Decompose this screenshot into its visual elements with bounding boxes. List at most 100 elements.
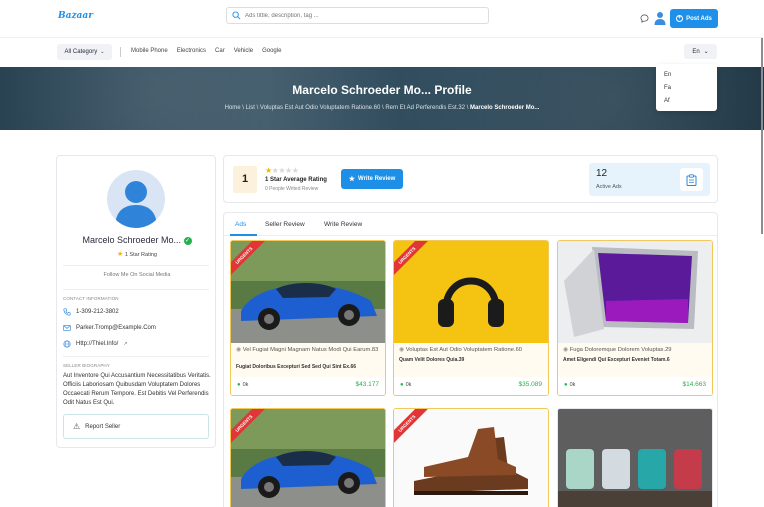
- star-empty-icon: ★: [285, 166, 292, 175]
- star-empty-icon: ★: [278, 166, 286, 175]
- language-option-af[interactable]: Af: [656, 96, 717, 109]
- ad-price: $14.663: [682, 381, 707, 388]
- seller-rating: ★ 1 Star Rating: [57, 250, 217, 258]
- tab-seller-review[interactable]: Seller Review: [265, 221, 305, 228]
- user-avatar-icon[interactable]: [654, 11, 666, 25]
- ad-card[interactable]: URGENTS ◉ Vel Fugiat Magni Magnam Natus …: [230, 240, 386, 396]
- hero-banner: Marcelo Schroeder Mo... Profile Home \ L…: [0, 67, 764, 130]
- contact-phone[interactable]: 1-309-212-3802: [63, 308, 119, 316]
- divider: [63, 289, 209, 290]
- language-label: En: [692, 48, 700, 55]
- seller-name: Marcelo Schroeder Mo... ✓: [57, 235, 217, 245]
- location-pin-icon: ●: [237, 382, 241, 388]
- ad-image-mugs[interactable]: [558, 409, 712, 507]
- ad-card[interactable]: URGENTS ◉ Voluptas Est Aut Odio Voluptat…: [393, 240, 549, 396]
- ad-image-laptop[interactable]: [558, 241, 712, 343]
- rating-value: 1: [233, 166, 257, 193]
- contact-info-title: CONTACT INFORMATION: [63, 296, 119, 301]
- category-nav: All Category ⌄ Mobile Phone Electronics …: [0, 39, 764, 65]
- ad-subtitle: Quam Velit Dolores Quia.39: [399, 357, 465, 363]
- ad-footer: ● 0k $14.663: [558, 377, 712, 395]
- page-scrollbar[interactable]: [761, 38, 763, 234]
- follow-social-label: Follow Me On Social Media: [103, 272, 171, 278]
- chevron-down-icon: ⌄: [703, 49, 709, 55]
- contact-email[interactable]: Parker.Tromp@Example.Com: [63, 324, 156, 332]
- star-icon: ★: [348, 176, 356, 183]
- email-address: Parker.Tromp@Example.Com: [76, 325, 156, 331]
- language-option-en[interactable]: En: [656, 70, 717, 83]
- ad-title[interactable]: ◉ Fuga Doloremque Dolorem Voluptas.29: [563, 346, 709, 354]
- post-ads-button[interactable]: + Post Ads: [670, 9, 718, 28]
- verified-shield-icon: ◉: [399, 347, 405, 353]
- ad-card[interactable]: [557, 408, 713, 507]
- ad-title-text: Fuga Doloremque Dolorem Voluptas.29: [569, 347, 672, 353]
- location-pin-icon: ●: [564, 382, 568, 388]
- chevron-down-icon: ⌄: [100, 49, 105, 55]
- ad-location-text: 0k: [242, 382, 249, 388]
- ad-title-text: Voluptas Est Aut Odio Voluptatem Ratione…: [405, 347, 523, 353]
- ad-subtitle: Fugiat Doloribus Excepturi Sed Sed Qui S…: [236, 364, 357, 370]
- divider: [63, 356, 209, 357]
- ad-card[interactable]: URGENTS: [393, 408, 549, 507]
- external-link-icon: ↗: [123, 341, 128, 347]
- seller-name-text: Marcelo Schroeder Mo...: [82, 235, 182, 245]
- logo[interactable]: Bazaar: [58, 11, 93, 21]
- ad-image-car[interactable]: [231, 241, 385, 343]
- language-option-fa[interactable]: Fa: [656, 83, 717, 96]
- active-ads-label: Active Ads: [596, 184, 622, 190]
- nav-links: Mobile Phone Electronics Car Vehicle Goo…: [131, 48, 281, 54]
- warning-icon: ⚠: [73, 422, 81, 431]
- language-dropdown[interactable]: En ⌄: [684, 44, 717, 59]
- ad-image-car[interactable]: [231, 409, 385, 507]
- star-filled-icon: ★: [265, 166, 272, 175]
- rating-stats-bar: 1 ★★★★★ 1 Star Average Rating 0 People W…: [223, 155, 718, 203]
- seller-profile-card: Marcelo Schroeder Mo... ✓ ★ 1 Star Ratin…: [56, 155, 216, 448]
- ad-footer: ● 0k $35.089: [394, 377, 548, 395]
- breadcrumb-path[interactable]: Home \ List \ Voluptas Est Aut Odio Volu…: [225, 105, 469, 111]
- nav-link-car[interactable]: Car: [215, 48, 225, 54]
- nav-link-electronics[interactable]: Electronics: [177, 48, 206, 54]
- globe-icon: [63, 340, 71, 348]
- verified-shield-icon: ◉: [563, 347, 569, 353]
- written-reviews-label: 0 People Writed Review: [265, 186, 319, 192]
- ad-location-text: 0k: [405, 382, 412, 388]
- ad-subtitle: Amet Eligendi Qui Excepturi Eveniet Tota…: [563, 357, 670, 363]
- search-icon: [232, 11, 241, 20]
- average-rating-label: 1 Star Average Rating: [265, 177, 327, 183]
- report-seller-button[interactable]: ⚠ Report Seller: [63, 414, 209, 439]
- search-input[interactable]: [245, 9, 485, 22]
- tab-write-review[interactable]: Write Review: [324, 221, 362, 228]
- active-tab-indicator: [230, 234, 257, 236]
- ad-image-shoes[interactable]: [394, 409, 548, 507]
- tab-ads[interactable]: Ads: [235, 221, 246, 228]
- post-ads-label: Post Ads: [686, 15, 712, 22]
- location-pin-icon: ●: [400, 382, 404, 388]
- write-review-button[interactable]: ★ Write Review: [341, 169, 403, 189]
- nav-link-vehicle[interactable]: Vehicle: [234, 48, 253, 54]
- divider: [63, 265, 209, 266]
- website-link[interactable]: Http://Thiel.Info/: [76, 341, 118, 347]
- contact-website[interactable]: Http://Thiel.Info/ ↗: [63, 340, 128, 348]
- ad-location: ● 0k: [400, 382, 411, 388]
- all-category-dropdown[interactable]: All Category ⌄: [57, 44, 112, 60]
- ad-card[interactable]: URGENTS: [230, 408, 386, 507]
- clipboard-icon-box: [680, 168, 703, 191]
- verified-check-icon: ✓: [183, 236, 192, 245]
- ad-image-headphones[interactable]: [394, 241, 548, 343]
- active-ads-box: 12 Active Ads: [589, 163, 710, 196]
- ad-location: ● 0k: [237, 382, 248, 388]
- ad-price: $43.177: [355, 381, 380, 388]
- nav-link-google[interactable]: Google: [262, 48, 281, 54]
- ad-title[interactable]: ◉ Vel Fugiat Magni Magnam Natus Modi Qui…: [236, 346, 382, 354]
- all-category-label: All Category: [64, 49, 98, 55]
- ad-title[interactable]: ◉ Voluptas Est Aut Odio Voluptatem Ratio…: [399, 346, 545, 354]
- nav-link-mobile-phone[interactable]: Mobile Phone: [131, 48, 168, 54]
- ad-location: ● 0k: [564, 382, 575, 388]
- ad-footer: ● 0k $43.177: [231, 377, 385, 395]
- phone-number: 1-309-212-3802: [76, 309, 119, 315]
- chat-icon[interactable]: [640, 14, 649, 23]
- breadcrumb-current: Marcelo Schroeder Mo...: [470, 105, 540, 111]
- ad-card[interactable]: ◉ Fuga Doloremque Dolorem Voluptas.29 Am…: [557, 240, 713, 396]
- search-box[interactable]: [226, 7, 489, 24]
- profile-tabs: Ads Seller Review Write Review: [224, 213, 717, 236]
